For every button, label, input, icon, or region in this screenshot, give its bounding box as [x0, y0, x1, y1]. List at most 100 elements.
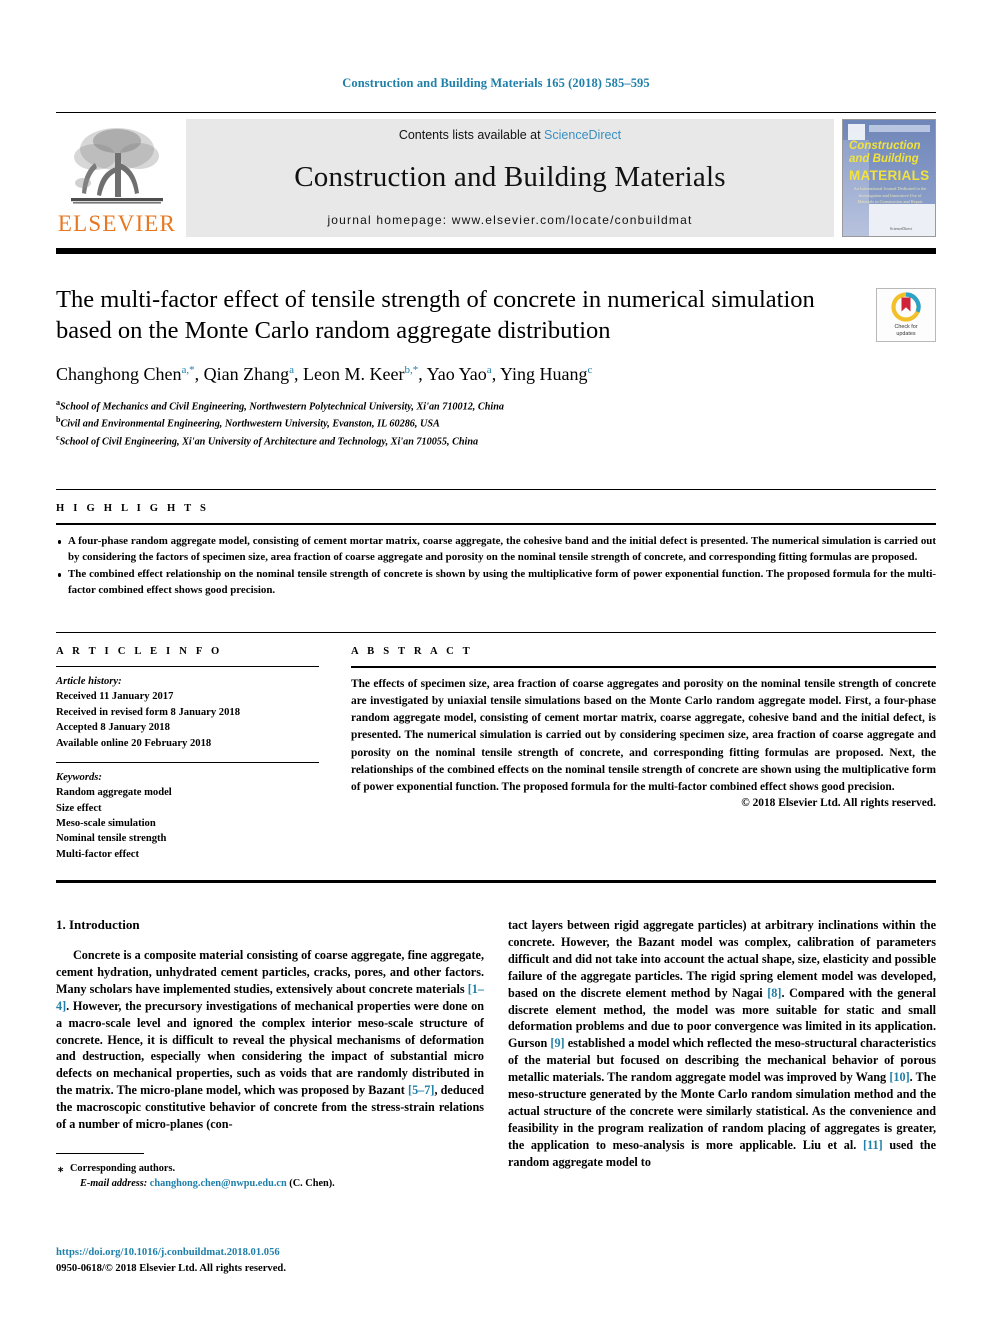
elsevier-tree-icon [71, 128, 163, 204]
history-item: Accepted 8 January 2018 [56, 722, 170, 734]
highlights-heading: H I G H L I G H T S [56, 503, 210, 515]
author-marks: a [486, 363, 492, 376]
abstract-heading: A B S T R A C T [351, 646, 473, 658]
affiliation-list: aSchool of Mechanics and Civil Engineeri… [56, 397, 860, 449]
cover-elsevier-mark [848, 124, 865, 140]
list-item: The combined effect relationship on the … [56, 567, 936, 598]
body-column-left: 1. Introduction Concrete is a composite … [56, 917, 484, 1192]
info-abstract-headings: A R T I C L E I N F O A B S T R A C T [56, 633, 936, 666]
abstract-bottom-thick-rule [56, 880, 936, 884]
author-item: Changhong Chena,* [56, 364, 195, 384]
journal-cover-thumbnail[interactable]: Construction and Building MATERIALS An I… [842, 119, 936, 237]
email-label: E-mail address: [80, 1178, 148, 1190]
highlights-section: H I G H L I G H T S A four-phase random … [56, 489, 936, 598]
keyword-item: Multi-factor effect [56, 848, 140, 860]
author-name: Qian Zhang [203, 363, 290, 384]
citation-ref[interactable]: [5–7] [408, 1083, 434, 1097]
intro-paragraph-left: Concrete is a composite material consist… [56, 947, 484, 1133]
affiliation-text: Civil and Environmental Engineering, Nor… [60, 418, 440, 430]
author-item: Yao Yaoa [427, 364, 492, 384]
info-abstract-section: A R T I C L E I N F O A B S T R A C T Ar… [56, 632, 936, 862]
email-link[interactable]: changhong.chen@nwpu.edu.cn [150, 1178, 287, 1189]
affiliation-item: cSchool of Civil Engineering, Xi'an Univ… [56, 432, 860, 449]
title-area: The multi-factor effect of tensile stren… [56, 284, 936, 449]
email-suffix: (C. Chen). [289, 1178, 335, 1190]
cover-blurb: An International Journal Dedicated to th… [853, 186, 927, 205]
author-marks: a,* [181, 363, 195, 376]
masthead-top-rule [56, 112, 936, 113]
author-name: Changhong Chen [56, 363, 182, 384]
section-heading-introduction: 1. Introduction [56, 917, 140, 933]
article-history-label: Article history: [56, 676, 122, 688]
masthead-bottom-thick-rule [56, 248, 936, 254]
affiliation-item: bCivil and Environmental Engineering, No… [56, 414, 860, 431]
highlights-list: A four-phase random aggregate model, con… [56, 525, 936, 598]
affiliation-text: School of Mechanics and Civil Engineerin… [60, 401, 504, 413]
history-item: Available online 20 February 2018 [56, 737, 212, 749]
abstract-copyright: © 2018 Elsevier Ltd. All rights reserved… [741, 796, 936, 809]
cover-title-line3: MATERIALS [849, 168, 930, 183]
keyword-item: Nominal tensile strength [56, 833, 167, 845]
doi-link[interactable]: https://doi.org/10.1016/j.conbuildmat.20… [56, 1245, 286, 1261]
issn-copyright-line: 0950-0618/© 2018 Elsevier Ltd. All right… [56, 1263, 286, 1275]
author-list: Changhong Chena,*, Qian Zhanga, Leon M. … [56, 363, 593, 384]
asterisk-icon: ⁎ [58, 1162, 64, 1174]
body-column-right: tact layers between rigid aggregate part… [508, 917, 936, 1192]
contents-lists-line: Contents lists available at ScienceDirec… [399, 128, 621, 142]
author-marks: a [289, 363, 295, 376]
cover-title-line1: Construction and Building [843, 140, 935, 166]
author-marks: c [587, 363, 593, 376]
citation-ref[interactable]: [9] [550, 1036, 564, 1050]
journal-masthead: ELSEVIER Contents lists available at Sci… [56, 119, 936, 237]
intro-r-text-3: established a model which reflected the … [508, 1036, 936, 1085]
affiliation-item: aSchool of Mechanics and Civil Engineeri… [56, 397, 860, 414]
author-item: Qian Zhanga [204, 364, 294, 384]
article-info-heading: A R T I C L E I N F O [56, 646, 223, 658]
cover-line1: Construction [849, 140, 921, 152]
abstract-column: The effects of specimen size, area fract… [341, 666, 936, 809]
author-marks: b,* [404, 363, 419, 376]
journal-title: Construction and Building Materials [294, 161, 726, 193]
intro-paragraph-right: tact layers between rigid aggregate part… [508, 917, 936, 1170]
author-item: Leon M. Keerb,* [303, 364, 418, 384]
crossmark-line1: Check for [894, 324, 918, 331]
crossmark-line2: updates [896, 331, 916, 337]
corresponding-text: Corresponding authors. [70, 1162, 176, 1174]
keyword-item: Meso-scale simulation [56, 817, 156, 829]
journal-homepage-link[interactable]: journal homepage: www.elsevier.com/locat… [327, 213, 692, 227]
cover-lower-panel [869, 204, 935, 236]
author-item: Ying Huangc [500, 364, 592, 384]
journal-band: Contents lists available at ScienceDirec… [186, 119, 834, 237]
author-name: Leon M. Keer [303, 363, 405, 384]
citation-ref[interactable]: [10] [889, 1070, 909, 1084]
article-history: Article history: Received 11 January 201… [56, 667, 319, 751]
sciencedirect-link[interactable]: ScienceDirect [544, 128, 621, 142]
citation-ref[interactable]: [8] [767, 986, 781, 1000]
crossmark-label: Check for updates [894, 324, 917, 338]
keyword-item: Random aggregate model [56, 787, 172, 799]
elsevier-wordmark: ELSEVIER [57, 211, 177, 236]
intro-text-1: Concrete is a composite material consist… [56, 948, 484, 996]
paper-page: Construction and Building Materials 165 … [0, 0, 992, 1323]
citation-ref[interactable]: [11] [863, 1138, 883, 1152]
history-item: Received 11 January 2017 [56, 691, 174, 703]
cover-footer: ScienceDirect [889, 226, 913, 231]
footer-block: https://doi.org/10.1016/j.conbuildmat.20… [56, 1245, 286, 1277]
footnote-block: ⁎ Corresponding authors. E-mail address: … [56, 1152, 484, 1192]
info-abstract-body: Article history: Received 11 January 201… [56, 666, 936, 862]
keywords-block: Keywords: Random aggregate model Size ef… [56, 763, 319, 862]
page-title: The multi-factor effect of tensile stren… [56, 286, 815, 345]
author-name: Ying Huang [500, 363, 588, 384]
contents-prefix: Contents lists available at [398, 128, 545, 142]
keyword-item: Size effect [56, 802, 102, 814]
crossmark-icon [891, 292, 921, 322]
article-info-column: Article history: Received 11 January 201… [56, 666, 341, 862]
crossmark-badge[interactable]: Check for updates [876, 288, 936, 342]
abstract-text: The effects of specimen size, area fract… [351, 678, 936, 793]
email-note: E-mail address: changhong.chen@nwpu.edu.… [56, 1176, 484, 1191]
list-item: A four-phase random aggregate model, con… [56, 534, 936, 565]
body-columns: 1. Introduction Concrete is a composite … [56, 917, 936, 1192]
running-head: Construction and Building Materials 165 … [342, 76, 650, 90]
affiliation-text: School of Civil Engineering, Xi'an Unive… [59, 436, 479, 448]
author-name: Yao Yao [426, 363, 487, 384]
